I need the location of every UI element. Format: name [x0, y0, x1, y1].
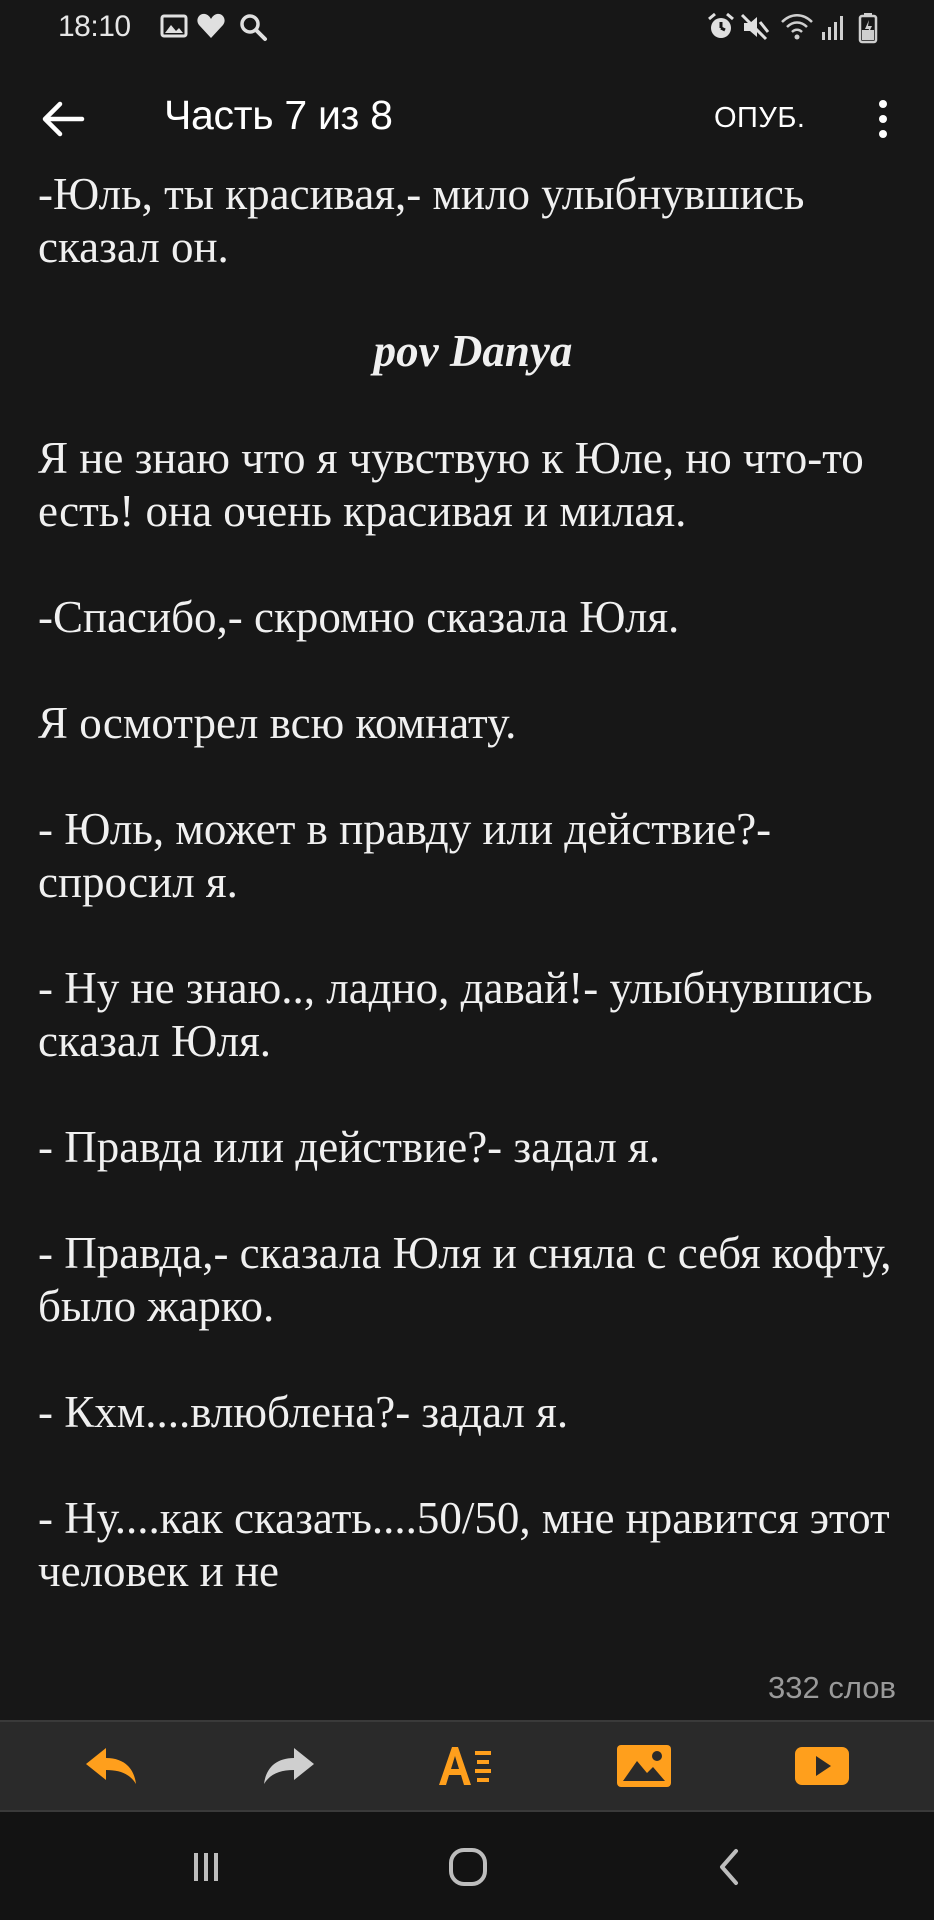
wifi-icon: [780, 12, 814, 42]
redo-button[interactable]: [258, 1738, 318, 1794]
home-button[interactable]: [438, 1842, 498, 1892]
word-count: 332 слов: [768, 1670, 896, 1705]
insert-video-icon: [795, 1747, 849, 1785]
recents-icon: [194, 1853, 218, 1881]
more-options-button[interactable]: [868, 94, 898, 144]
signal-icon: [820, 12, 850, 42]
mute-icon: [740, 12, 770, 42]
story-paragraph: - Юль, может в правду или действие?- спр…: [38, 804, 772, 907]
editor-toolbar: [0, 1720, 934, 1812]
story-paragraph: - Правда,- сказала Юля и сняла с себя ко…: [38, 1228, 892, 1331]
back-icon: [720, 1849, 738, 1885]
system-back-button[interactable]: [700, 1842, 760, 1892]
insert-image-button[interactable]: [614, 1738, 674, 1794]
alarm-icon: [706, 12, 736, 42]
story-paragraph: Я осмотрел всю комнату.: [38, 698, 517, 748]
story-paragraph: -Спасибо,- скромно сказала Юля.: [38, 592, 680, 642]
publish-button[interactable]: ОПУБ.: [714, 102, 805, 135]
insert-image-icon: [617, 1745, 671, 1787]
search-icon: [238, 12, 268, 42]
text-format-button[interactable]: [436, 1738, 496, 1794]
chapter-title: Часть 7 из 8: [164, 92, 393, 138]
text-format-icon: [439, 1747, 491, 1785]
undo-icon: [86, 1748, 136, 1784]
story-paragraph: -Юль, ты красивая,- мило улыбнувшись ска…: [38, 169, 805, 272]
pov-heading: pov Danya: [373, 326, 573, 376]
status-time: 18:10: [58, 10, 131, 43]
gallery-icon: [160, 12, 188, 42]
story-paragraph: - Ну не знаю.., ладно, давай!- улыбнувши…: [38, 963, 873, 1066]
recents-button[interactable]: [176, 1842, 236, 1892]
story-paragraph: - Кхм....влюблена?- задал я.: [38, 1387, 569, 1437]
insert-video-button[interactable]: [792, 1738, 852, 1794]
system-nav-bar: [0, 1812, 934, 1920]
redo-icon: [264, 1748, 314, 1784]
heart-icon: [196, 12, 226, 42]
arrow-left-icon: [42, 101, 85, 137]
more-vertical-icon: [879, 100, 887, 138]
battery-icon: [858, 12, 878, 44]
back-button[interactable]: [36, 94, 92, 144]
story-text-editor[interactable]: -Юль, ты красивая,- мило улыбнувшись ска…: [38, 168, 908, 1651]
app-header: Часть 7 из 8 ОПУБ.: [0, 72, 934, 164]
status-bar: 18:10: [0, 0, 934, 56]
story-paragraph: Я не знаю что я чувствую к Юле, но что-т…: [38, 433, 864, 536]
home-icon: [449, 1848, 487, 1886]
story-paragraph: - Ну....как сказать....50/50, мне нравит…: [38, 1493, 890, 1596]
undo-button[interactable]: [82, 1738, 142, 1794]
story-paragraph: - Правда или действие?- задал я.: [38, 1122, 661, 1172]
